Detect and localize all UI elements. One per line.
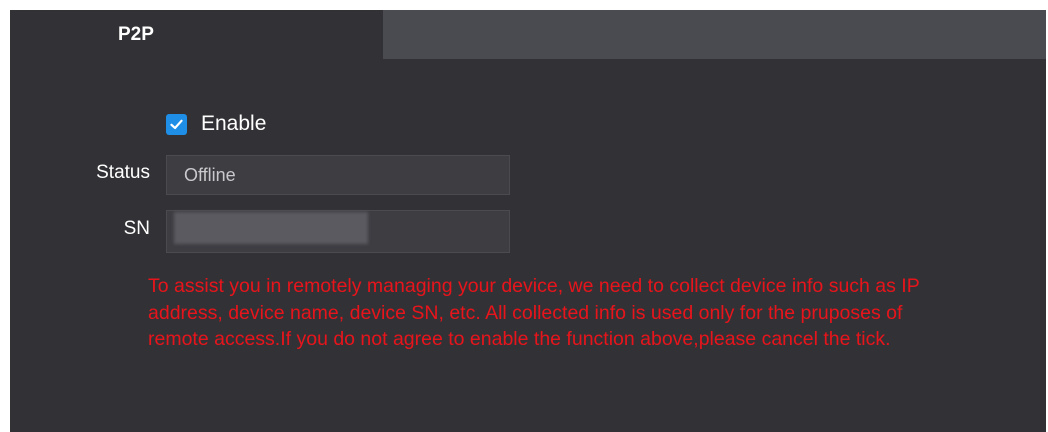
tab-bar: P2P bbox=[10, 10, 1046, 60]
sn-field bbox=[166, 210, 510, 253]
status-value: Offline bbox=[184, 165, 236, 185]
p2p-panel: P2P Enable Status Offline SN To assist y… bbox=[10, 10, 1046, 432]
enable-label: Enable bbox=[201, 112, 267, 135]
enable-checkbox-row[interactable]: Enable bbox=[166, 111, 266, 137]
sn-label: SN bbox=[123, 218, 150, 239]
enable-checkbox[interactable] bbox=[166, 113, 187, 135]
check-icon bbox=[170, 119, 183, 129]
status-label: Status bbox=[96, 162, 150, 183]
privacy-notice: To assist you in remotely managing your … bbox=[148, 275, 920, 350]
status-field: Offline bbox=[166, 155, 510, 195]
tab-p2p[interactable]: P2P bbox=[10, 10, 383, 60]
sn-redacted-value bbox=[174, 212, 368, 244]
